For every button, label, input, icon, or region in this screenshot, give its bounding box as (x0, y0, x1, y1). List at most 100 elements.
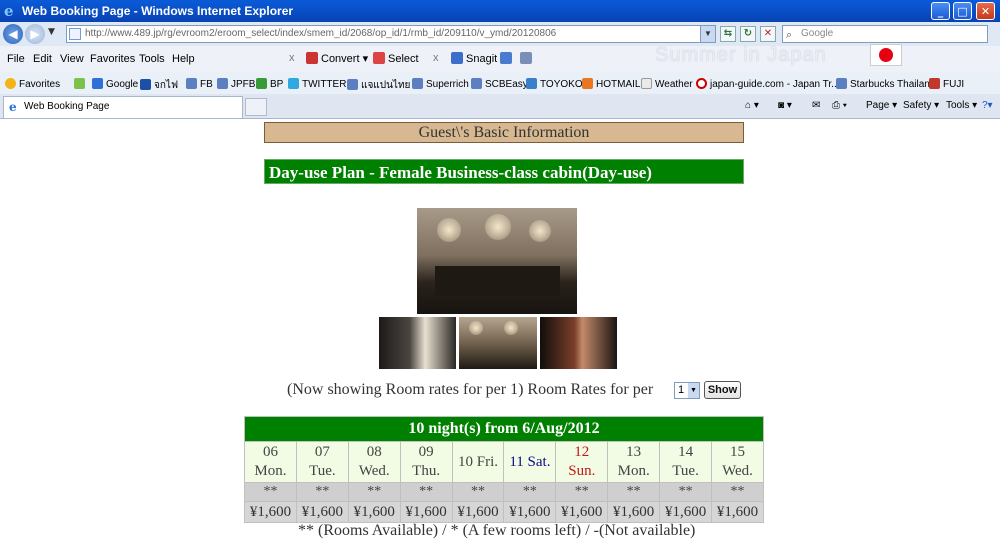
calendar-day-12: 12 Sun. (555, 441, 609, 483)
print-icon[interactable]: ⎙ ▾ (832, 100, 847, 111)
menu-help[interactable]: Help (172, 53, 195, 65)
thumbnail-photo-2[interactable] (459, 317, 537, 369)
site-icon (140, 79, 151, 90)
fav-bp[interactable]: BP (256, 78, 283, 90)
fav-google[interactable]: Google (92, 78, 138, 90)
snagit-capture-icon[interactable] (500, 52, 515, 65)
toolbar-close-icon-2[interactable]: x (433, 52, 439, 64)
add-favorite-icon[interactable] (74, 78, 88, 90)
search-input[interactable]: ⌕ Google (782, 25, 988, 43)
history-dropdown-icon[interactable]: ▼ (48, 27, 55, 37)
day-date: 09 (418, 444, 434, 460)
price-cell: ¥1,600 (295, 501, 349, 523)
maximize-button[interactable]: □ (953, 2, 972, 20)
help-icon[interactable]: ?▾ (982, 100, 993, 111)
minimize-button[interactable]: _ (931, 2, 950, 20)
day-date: 14 (678, 444, 694, 460)
availability-calendar: 10 night(s) from 6/Aug/2012 06 Mon. 07 Tue.… (244, 416, 764, 523)
fav-toyoko[interactable]: TOYOKO (526, 78, 583, 90)
availability-cell[interactable]: ** (555, 482, 609, 502)
rates-text: (Now showing Room rates for per 1) Room … (287, 381, 654, 398)
ie-logo-icon: e (4, 2, 14, 20)
rates-select-value: 1 (678, 384, 685, 396)
menu-tools[interactable]: Tools (139, 53, 165, 65)
fav-scbeasy[interactable]: SCBEasy (471, 78, 528, 90)
thumbnail-photo-3[interactable] (540, 317, 617, 369)
day-date: 13 (626, 444, 642, 460)
ie-page-icon (217, 78, 228, 89)
snagit-edit-icon[interactable] (520, 52, 535, 65)
fav-superrich[interactable]: Superrich (412, 78, 469, 90)
mail-icon[interactable]: ✉ (812, 100, 820, 111)
fav-weather[interactable]: Weather (641, 78, 693, 90)
convert-button[interactable]: Convert ▾ (306, 52, 368, 65)
availability-cell[interactable]: ** (347, 482, 401, 502)
price-cell: ¥1,600 (555, 501, 609, 523)
availability-cell[interactable]: ** (244, 482, 297, 502)
close-window-button[interactable]: ✕ (976, 2, 995, 20)
safety-menu[interactable]: Safety ▾ (903, 100, 939, 111)
address-field[interactable]: http://www.489.jp/rg/evroom2/eroom_selec… (66, 25, 716, 43)
select-button[interactable]: Select (373, 52, 419, 65)
fav-japan-guide[interactable]: japan-guide.com - Japan Tr... (696, 78, 840, 90)
fav-jpfb-label: JPFB (231, 79, 256, 90)
back-button[interactable]: ◀ (3, 24, 23, 44)
fav-item-2[interactable]: จกไฟ (140, 78, 178, 93)
refresh-icon[interactable]: ↻ (740, 26, 756, 42)
fav-weather-label: Weather (655, 79, 693, 90)
fav-hotmail[interactable]: HOTMAIL (582, 78, 640, 90)
menu-favorites[interactable]: Favorites (90, 53, 135, 65)
fav-item-7[interactable]: แจแปนไทย (347, 78, 410, 93)
availability-cell[interactable]: ** (607, 482, 661, 502)
fav-twitter[interactable]: TWITTER (288, 78, 346, 90)
availability-cell[interactable]: ** (399, 482, 453, 502)
forward-button[interactable]: ▶ (25, 24, 45, 44)
availability-cell[interactable]: ** (503, 482, 557, 502)
tools-menu[interactable]: Tools ▾ (946, 100, 977, 111)
mail-icon (582, 78, 593, 89)
availability-cell[interactable]: ** (295, 482, 349, 502)
price-cell: ¥1,600 (399, 501, 453, 523)
fav-fuji[interactable]: FUJI (929, 78, 964, 90)
convert-label: Convert (321, 53, 360, 65)
availability-cell[interactable]: ** (451, 482, 505, 502)
page-menu[interactable]: Page ▾ (866, 100, 897, 111)
show-button[interactable]: Show (704, 381, 741, 399)
snagit-button[interactable]: Snagit (451, 52, 497, 65)
tab-web-booking-page[interactable]: e Web Booking Page (3, 96, 243, 118)
address-dropdown-icon[interactable]: ▼ (700, 26, 715, 42)
fav-starbucks[interactable]: Starbucks Thailand (836, 78, 935, 90)
fav-jpfb[interactable]: JPFB (217, 78, 255, 90)
google-icon (92, 78, 103, 89)
price-cell: ¥1,600 (451, 501, 505, 523)
menu-edit[interactable]: Edit (33, 53, 52, 65)
address-row: ◀ ▶ ▼ http://www.489.jp/rg/evroom2/eroom… (0, 22, 1000, 46)
favorites-button[interactable]: Favorites (5, 78, 60, 90)
thumbnail-photo-1[interactable] (379, 317, 456, 369)
day-date: 08 (366, 444, 382, 460)
window-title-bar: e Web Booking Page - Windows Internet Ex… (0, 0, 1000, 22)
availability-cell[interactable]: ** (711, 482, 764, 502)
main-room-photo (417, 208, 577, 314)
compatibility-view-icon[interactable]: ⇆ (720, 26, 736, 42)
availability-cell[interactable]: ** (659, 482, 713, 502)
day-of-week: Sat. (527, 453, 551, 470)
calendar-day-13: 13 Mon. (607, 441, 661, 483)
stop-icon[interactable]: ✕ (760, 26, 776, 42)
toolbar-close-icon[interactable]: x (289, 52, 295, 64)
page-content: Guest\'s Basic Information Day-use Plan … (0, 119, 1000, 542)
calendar-day-15: 15 Wed. (711, 441, 764, 483)
ie-page-icon (412, 78, 423, 89)
home-icon[interactable]: ⌂ ▾ (745, 100, 759, 111)
chart-icon (641, 78, 652, 89)
new-tab-button[interactable] (245, 98, 267, 116)
rates-per-select[interactable]: 1 ▼ (674, 382, 700, 399)
menu-file[interactable]: File (7, 53, 25, 65)
fav-starbucks-label: Starbucks Thailand (850, 79, 936, 90)
select-label: Select (388, 53, 419, 65)
select-icon (373, 52, 385, 64)
fav-fb[interactable]: FB (186, 78, 213, 90)
convert-icon (306, 52, 318, 64)
menu-view[interactable]: View (60, 53, 84, 65)
feeds-icon[interactable]: ◙ ▾ (778, 100, 792, 111)
